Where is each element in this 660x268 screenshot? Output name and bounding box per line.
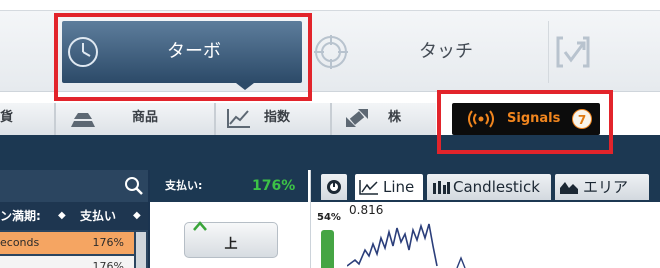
tab-commodities[interactable]: 商品	[54, 103, 214, 135]
search-icon[interactable]	[124, 176, 144, 196]
chart-type-line-label: Line	[383, 178, 415, 196]
line-chart-icon	[227, 109, 250, 128]
line-icon	[359, 180, 378, 195]
highlight-signals	[437, 90, 613, 154]
sentiment-gauge	[321, 230, 334, 268]
chart-toggle-button[interactable]	[321, 174, 347, 200]
price-label: 0.816	[349, 203, 384, 217]
payout-row: 支払い: 176%	[150, 170, 308, 202]
tab-stocks-label: 株	[388, 110, 402, 125]
price-line-plot	[347, 223, 466, 268]
chart-type-candlestick-label: Candlestick	[453, 178, 540, 196]
chart-panel: Line Candlestick エリア 0.816 54%	[310, 170, 660, 268]
expiry-search-row	[0, 170, 148, 202]
table-row[interactable]: 176%	[0, 256, 134, 268]
chart-toolbar: Line Candlestick エリア	[311, 170, 660, 202]
tab-currency-label: 貨	[0, 110, 14, 125]
row-payout: 176%	[92, 260, 124, 268]
row-payout: 176%	[92, 236, 124, 249]
candlestick-icon	[433, 181, 450, 194]
up-button-label: 上	[224, 237, 238, 252]
price-line-tail	[456, 256, 466, 268]
area-chart-icon	[560, 182, 578, 194]
mode-touch-label: タッチ	[419, 41, 473, 62]
sort-icon[interactable]: ◆	[58, 202, 66, 230]
tab-indices-label: 指数	[264, 110, 291, 125]
gold-bars-icon	[71, 113, 95, 127]
check-arrow-icon	[556, 36, 590, 68]
chart-type-area[interactable]: エリア	[555, 174, 649, 200]
tab-commodities-label: 商品	[132, 110, 159, 125]
tab-stocks[interactable]: 株	[330, 103, 436, 135]
sentiment-percent: 54%	[317, 212, 341, 223]
column-expiry-header[interactable]: ン満期:	[0, 202, 41, 230]
table-row[interactable]: econds 176%	[0, 232, 134, 254]
toggle-icon	[327, 180, 341, 194]
chart-type-area-label: エリア	[583, 178, 629, 196]
trade-panel: 支払い: 176% 上	[148, 170, 308, 268]
sort-icon[interactable]: ◆	[133, 202, 141, 230]
chart-body: 0.816 54%	[311, 202, 660, 268]
chart-type-line[interactable]: Line	[355, 174, 423, 200]
chart-type-candlestick[interactable]: Candlestick	[427, 174, 551, 200]
payout-value: 176%	[252, 178, 296, 194]
highlight-turbo	[54, 13, 312, 101]
table-scrollbar[interactable]	[136, 232, 146, 268]
up-arrow-icon	[193, 221, 207, 231]
tab-currency[interactable]: 貨	[0, 103, 54, 135]
mode-touch-tab[interactable]: タッチ	[310, 21, 542, 83]
stock-arrows-icon	[346, 109, 368, 127]
expiry-table-header: ン満期: ◆ 支払い ◆	[0, 202, 148, 230]
payout-label: 支払い:	[165, 179, 203, 192]
tab-indices[interactable]: 指数	[214, 103, 330, 135]
price-line	[347, 223, 438, 267]
up-button[interactable]: 上	[184, 221, 278, 258]
row-expiry: econds	[0, 236, 40, 249]
mode-boundary-tab[interactable]	[548, 21, 660, 83]
expiry-panel: ン満期: ◆ 支払い ◆ econds 176% 176%	[0, 170, 148, 268]
column-payout-header[interactable]: 支払い	[80, 202, 116, 230]
trading-screen: { "modes": { "turbo_label": "ターボ", "touc…	[0, 0, 660, 268]
